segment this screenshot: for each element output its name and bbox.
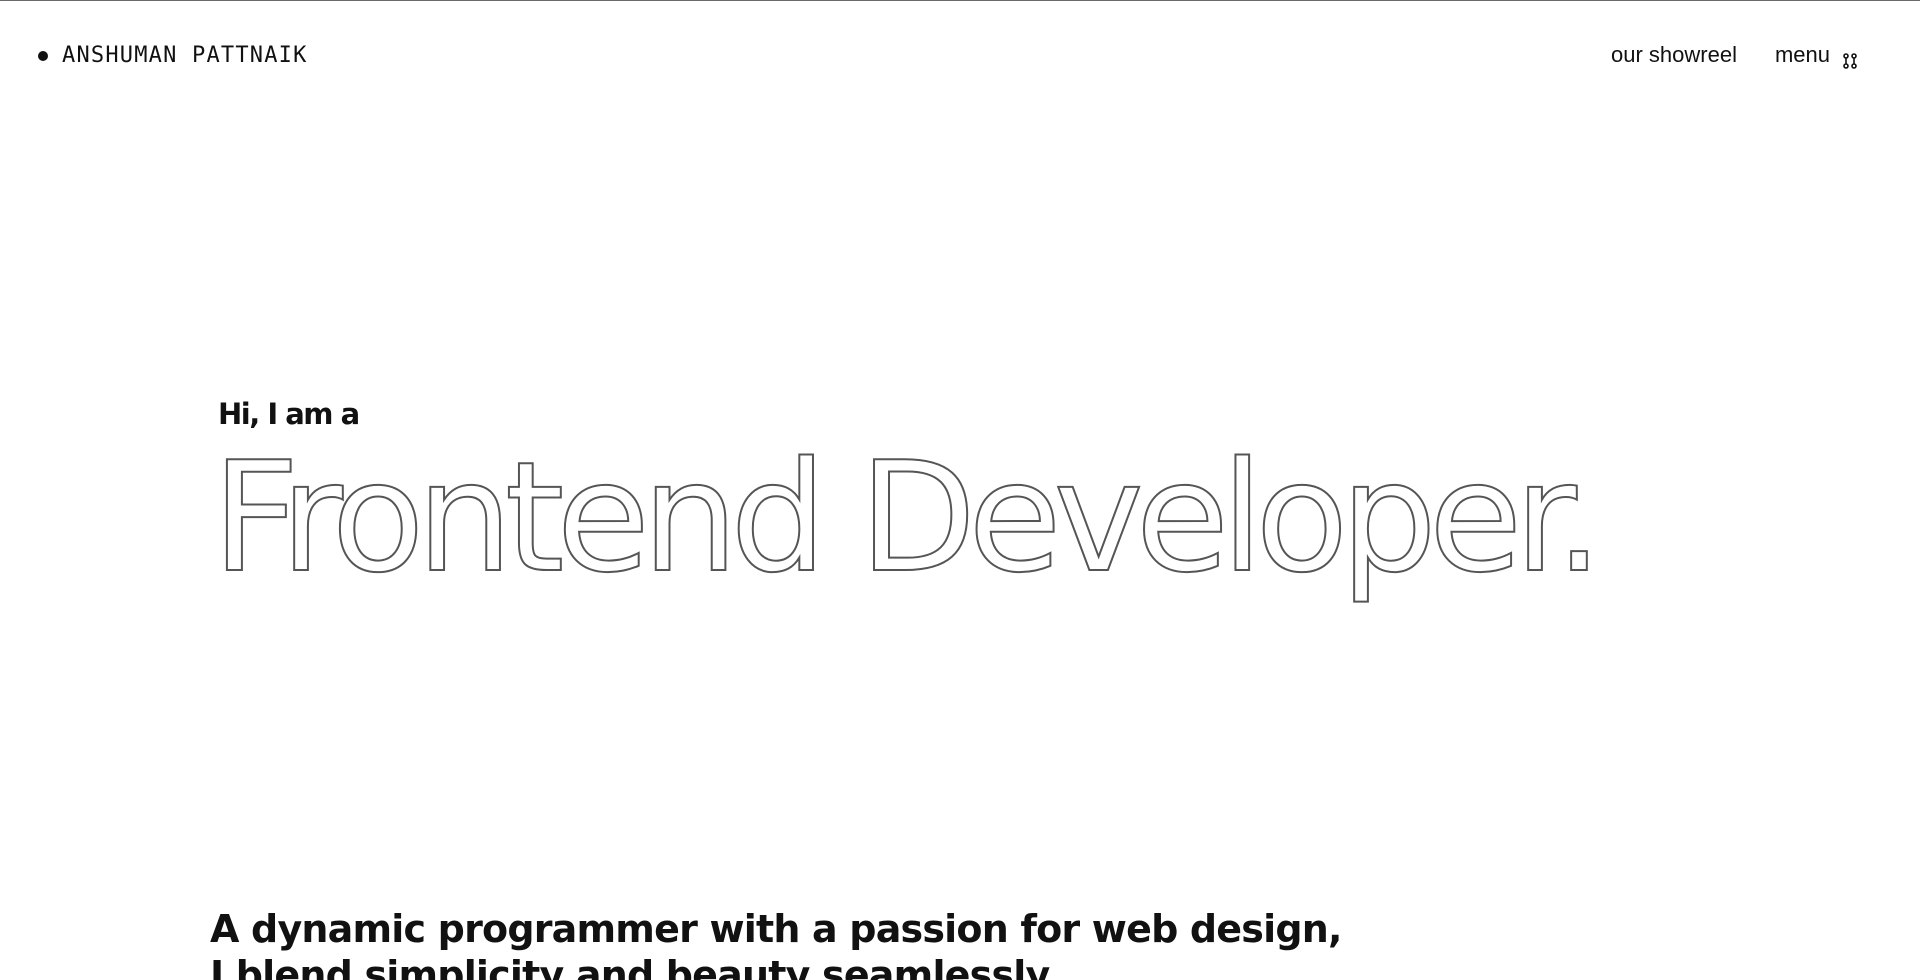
menu-label: menu (1774, 42, 1830, 67)
hero-title: Frontend Developer. (208, 436, 1708, 626)
showreel-link[interactable]: our showreel (1611, 40, 1737, 70)
brand-name: ANSHUMAN PATTNAIK (62, 43, 308, 68)
dot-icon (38, 51, 48, 61)
hero-title-text: Frontend Developer. (212, 436, 1595, 606)
about-tagline: A dynamic programmer with a passion for … (210, 906, 1342, 980)
hero-intro: Hi, I am a (218, 397, 360, 431)
menu-button[interactable]: menu (1775, 40, 1858, 70)
brand-logo-link[interactable]: ANSHUMAN PATTNAIK (38, 42, 308, 70)
tagline-line-1: A dynamic programmer with a passion for … (210, 907, 1342, 951)
grid-dots-icon (1842, 47, 1858, 69)
site-header: ANSHUMAN PATTNAIK our showreel menu (0, 0, 1920, 110)
top-nav: our showreel menu (1611, 40, 1858, 70)
tagline-line-2: I blend simplicity and beauty seamlessly… (210, 953, 1060, 980)
